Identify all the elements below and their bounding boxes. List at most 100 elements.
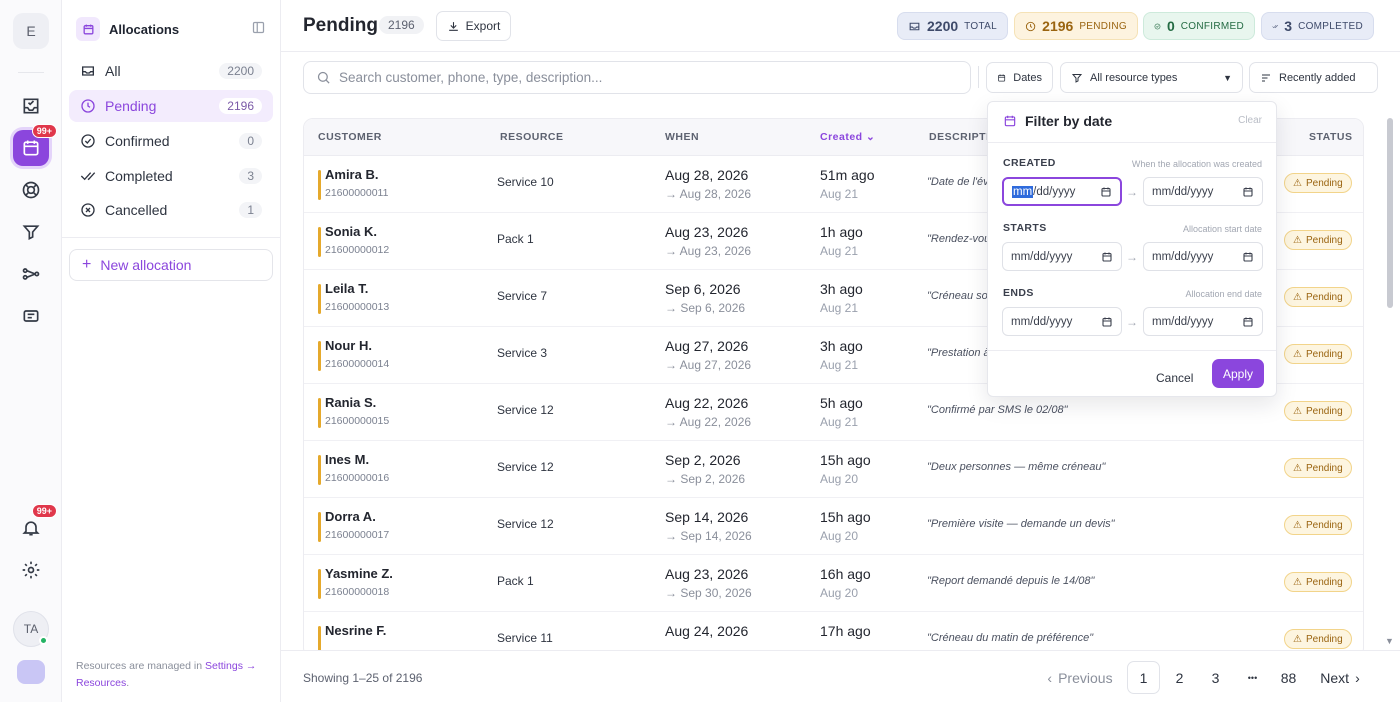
workspace-switcher[interactable]: E bbox=[13, 13, 49, 49]
date-to-input[interactable]: mm/dd/yyyy bbox=[1143, 242, 1263, 271]
description: "Report demandé depuis le 14/08" bbox=[927, 575, 1095, 587]
nav-confirmed[interactable]: Confirmed 0 bbox=[69, 125, 273, 157]
status-badge: ⚠ Pending bbox=[1284, 287, 1352, 307]
bell-icon[interactable]: 99+ bbox=[13, 504, 57, 546]
created-relative: 3h ago bbox=[820, 281, 863, 297]
stat-total[interactable]: 2200 TOTAL bbox=[897, 12, 1008, 40]
inbox-check-icon[interactable] bbox=[13, 88, 49, 124]
column-resource[interactable]: RESOURCE bbox=[500, 131, 564, 143]
when-start: Aug 23, 2026 bbox=[665, 224, 749, 240]
chevron-right-icon: › bbox=[1355, 669, 1360, 686]
date-placeholder: mm/dd/yyyy bbox=[1011, 315, 1073, 328]
table-row[interactable]: Ines M. 21600000016 Service 12 Sep 2, 2026 →… bbox=[304, 441, 1363, 498]
stat-confirmed[interactable]: 0 CONFIRMED bbox=[1143, 12, 1255, 40]
date-to-input[interactable]: mm/dd/yyyy bbox=[1143, 307, 1263, 336]
customer-phone: 21600000016 bbox=[325, 472, 390, 484]
user-avatar[interactable]: TA bbox=[13, 611, 49, 647]
range-arrow-icon: → bbox=[1126, 250, 1138, 264]
search-input[interactable] bbox=[339, 70, 958, 85]
ticket-icon[interactable] bbox=[13, 298, 49, 334]
status-badge: ⚠ Pending bbox=[1284, 344, 1352, 364]
nav-label: Confirmed bbox=[105, 133, 170, 149]
table-row[interactable]: Yasmine Z. 21600000018 Pack 1 Aug 23, 2026 →… bbox=[304, 555, 1363, 612]
sort-select[interactable]: Recently added bbox=[1249, 62, 1378, 93]
created-date: Aug 20 bbox=[820, 529, 859, 543]
warning-icon: ⚠ bbox=[1293, 576, 1302, 588]
stat-value: 2200 bbox=[927, 18, 959, 34]
nav-cancelled[interactable]: Cancelled 1 bbox=[69, 194, 273, 226]
date-filter-popover: Filter by date Clear CREATED When the all… bbox=[987, 101, 1277, 397]
status-label: Pending bbox=[1305, 177, 1343, 189]
description: "Date de l'évé bbox=[927, 176, 995, 188]
table-row[interactable]: Dorra A. 21600000017 Service 12 Sep 14, 202… bbox=[304, 498, 1363, 555]
created-relative: 5h ago bbox=[820, 395, 863, 411]
nav-pending[interactable]: Pending 2196 bbox=[69, 90, 273, 122]
stat-pending[interactable]: 2196 PENDING bbox=[1014, 12, 1138, 40]
date-to-input[interactable]: mm/dd/yyyy bbox=[1143, 177, 1263, 206]
date-from-input[interactable]: mm/dd/yyyy bbox=[1002, 177, 1122, 206]
page-3-button[interactable]: 3 bbox=[1199, 661, 1232, 694]
funnel-icon bbox=[1071, 73, 1083, 83]
date-from-input[interactable]: mm/dd/yyyy bbox=[1002, 242, 1122, 271]
calendar-icon[interactable] bbox=[1242, 186, 1254, 198]
description: "Créneau sou bbox=[927, 290, 994, 302]
calendar-icon[interactable] bbox=[1101, 316, 1113, 328]
showing-count: Showing 1–25 of 2196 bbox=[303, 671, 423, 685]
clear-button[interactable]: Clear bbox=[1238, 115, 1262, 126]
calendar-icon[interactable] bbox=[1242, 251, 1254, 263]
calendar-icon[interactable]: 99+ bbox=[13, 124, 57, 166]
calendar-icon[interactable] bbox=[1242, 316, 1254, 328]
inbox-icon bbox=[80, 63, 96, 79]
collapse-sidebar-icon[interactable] bbox=[251, 20, 266, 38]
when-end: → Aug 23, 2026 bbox=[665, 244, 752, 258]
pending-indicator bbox=[318, 569, 321, 599]
page-2-button[interactable]: 2 bbox=[1163, 661, 1196, 694]
footer-end: . bbox=[126, 677, 130, 689]
new-allocation-button[interactable]: + New allocation bbox=[69, 249, 273, 281]
nav-all[interactable]: All 2200 bbox=[69, 55, 273, 87]
when-start: Sep 14, 2026 bbox=[665, 509, 749, 525]
nav-count: 2200 bbox=[219, 63, 262, 79]
status-label: Pending bbox=[1305, 348, 1343, 360]
stat-completed[interactable]: 3 COMPLETED bbox=[1261, 12, 1374, 40]
resource-name: Service 12 bbox=[497, 403, 554, 417]
column-customer[interactable]: CUSTOMER bbox=[318, 131, 382, 143]
status-label: Pending bbox=[1305, 519, 1343, 531]
column-when[interactable]: WHEN bbox=[665, 131, 699, 143]
page-88-button[interactable]: 88 bbox=[1272, 661, 1305, 694]
online-indicator bbox=[39, 636, 48, 645]
column-status[interactable]: STATUS bbox=[1309, 131, 1352, 143]
status-badge: ⚠ Pending bbox=[1284, 401, 1352, 421]
previous-page-button[interactable]: ‹ Previous bbox=[1043, 661, 1117, 694]
calendar-icon[interactable] bbox=[1101, 251, 1113, 263]
funnel-icon[interactable] bbox=[13, 214, 49, 250]
date-from-input[interactable]: mm/dd/yyyy bbox=[1002, 307, 1122, 336]
status-label: Pending bbox=[1305, 576, 1343, 588]
assistant-icon[interactable] bbox=[17, 660, 45, 684]
nav-label: Completed bbox=[105, 168, 173, 184]
calendar-icon[interactable] bbox=[1100, 186, 1112, 198]
nodes-icon[interactable] bbox=[13, 256, 49, 292]
support-icon[interactable] bbox=[13, 172, 49, 208]
clock-icon bbox=[80, 98, 96, 114]
page-1-button[interactable]: 1 bbox=[1127, 661, 1160, 694]
cancel-button[interactable]: Cancel bbox=[1146, 365, 1203, 391]
customer-name: Amira B. bbox=[325, 167, 379, 182]
export-button[interactable]: Export bbox=[436, 11, 511, 41]
status-badge: ⚠ Pending bbox=[1284, 230, 1352, 250]
customer-name: Nour H. bbox=[325, 338, 372, 353]
column-created[interactable]: Created ⌄ bbox=[820, 131, 875, 143]
next-page-button[interactable]: Next › bbox=[1311, 661, 1369, 694]
allocations-panel: Allocations All 2200 Pending 2196 Confir… bbox=[62, 0, 281, 702]
customer-name: Rania S. bbox=[325, 395, 377, 410]
resource-type-select[interactable]: All resource types ▼ bbox=[1060, 62, 1243, 93]
dates-filter-button[interactable]: Dates bbox=[986, 62, 1053, 93]
settings-gear-icon[interactable] bbox=[13, 552, 49, 588]
nav-completed[interactable]: Completed 3 bbox=[69, 160, 273, 192]
customer-phone: 21600000013 bbox=[325, 301, 390, 313]
when-end: → Sep 14, 2026 bbox=[665, 529, 752, 543]
apply-button[interactable]: Apply bbox=[1212, 359, 1264, 388]
toolbar-divider bbox=[978, 66, 979, 88]
table-scrollbar[interactable] bbox=[1387, 118, 1393, 308]
scroll-down-icon[interactable]: ▼ bbox=[1385, 636, 1394, 646]
